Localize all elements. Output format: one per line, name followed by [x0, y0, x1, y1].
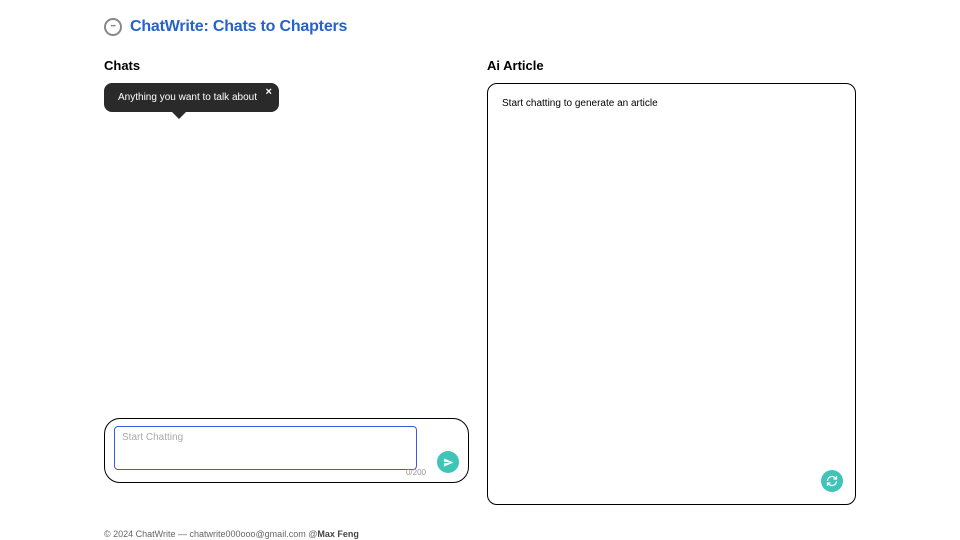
chat-bubble-icon: [104, 18, 122, 36]
article-output-box: Start chatting to generate an article: [487, 83, 856, 505]
chat-hint-tooltip: Anything you want to talk about ×: [104, 83, 279, 112]
footer: © 2024 ChatWrite — chatwrite000ooo@gmail…: [104, 529, 856, 539]
article-panel: Ai Article Start chatting to generate an…: [487, 58, 856, 505]
refresh-icon: [826, 475, 838, 487]
send-button[interactable]: [437, 451, 459, 473]
footer-email: chatwrite000ooo@gmail.com: [190, 529, 306, 539]
tooltip-close-button[interactable]: ×: [266, 86, 272, 98]
chat-input[interactable]: [114, 426, 417, 470]
footer-author: Max Feng: [317, 529, 359, 539]
refresh-button[interactable]: [821, 470, 843, 492]
chat-input-container: 0/200: [104, 418, 469, 483]
app-header: ChatWrite: Chats to Chapters: [104, 18, 856, 36]
article-section-title: Ai Article: [487, 58, 856, 73]
chats-section-title: Chats: [104, 58, 469, 73]
send-icon: [443, 457, 454, 468]
chats-panel: Chats Anything you want to talk about × …: [104, 58, 469, 505]
chat-history-area: Anything you want to talk about ×: [104, 83, 469, 418]
tooltip-text: Anything you want to talk about: [118, 92, 265, 103]
char-counter: 0/200: [406, 468, 426, 477]
app-title: ChatWrite: Chats to Chapters: [130, 18, 347, 36]
article-placeholder-text: Start chatting to generate an article: [502, 98, 841, 109]
footer-copyright: © 2024 ChatWrite —: [104, 529, 190, 539]
footer-author-prefix: @: [306, 529, 318, 539]
